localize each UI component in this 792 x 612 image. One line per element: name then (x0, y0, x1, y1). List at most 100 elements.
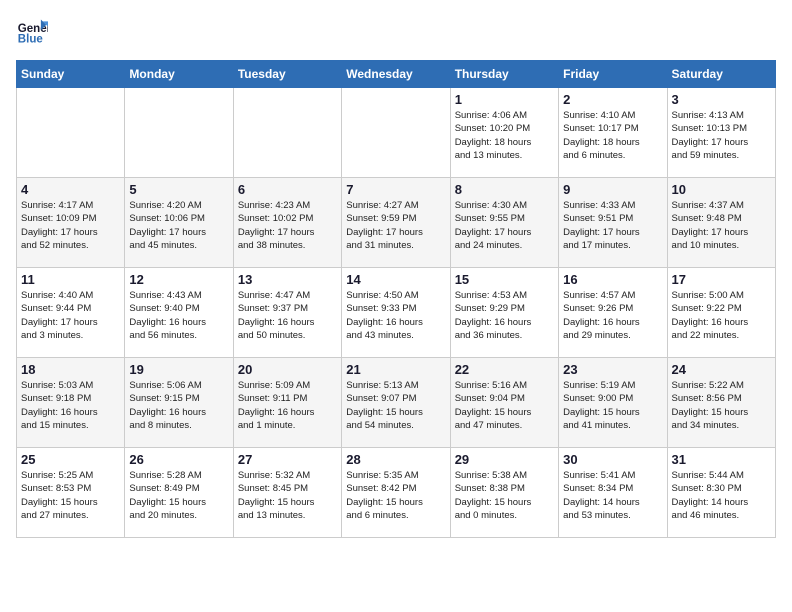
header-saturday: Saturday (667, 61, 775, 88)
day-cell: 6 Sunrise: 4:23 AM Sunset: 10:02 PM Dayli… (233, 178, 341, 268)
day-number: 16 (563, 272, 662, 287)
day-number: 7 (346, 182, 445, 197)
day-cell: 31 Sunrise: 5:44 AM Sunset: 8:30 PM Dayli… (667, 448, 775, 538)
day-number: 25 (21, 452, 120, 467)
day-number: 19 (129, 362, 228, 377)
day-info: Sunrise: 5:25 AM Sunset: 8:53 PM Dayligh… (21, 469, 120, 522)
header-wednesday: Wednesday (342, 61, 450, 88)
day-info: Sunrise: 4:13 AM Sunset: 10:13 PM Daylig… (672, 109, 771, 162)
header-tuesday: Tuesday (233, 61, 341, 88)
day-cell: 13 Sunrise: 4:47 AM Sunset: 9:37 PM Dayli… (233, 268, 341, 358)
day-info: Sunrise: 5:22 AM Sunset: 8:56 PM Dayligh… (672, 379, 771, 432)
day-number: 6 (238, 182, 337, 197)
header-thursday: Thursday (450, 61, 558, 88)
day-cell (17, 88, 125, 178)
logo-icon: General Blue (16, 16, 48, 48)
day-info: Sunrise: 5:38 AM Sunset: 8:38 PM Dayligh… (455, 469, 554, 522)
day-info: Sunrise: 5:06 AM Sunset: 9:15 PM Dayligh… (129, 379, 228, 432)
day-cell: 26 Sunrise: 5:28 AM Sunset: 8:49 PM Dayli… (125, 448, 233, 538)
day-info: Sunrise: 4:10 AM Sunset: 10:17 PM Daylig… (563, 109, 662, 162)
day-cell: 23 Sunrise: 5:19 AM Sunset: 9:00 PM Dayli… (559, 358, 667, 448)
day-info: Sunrise: 5:16 AM Sunset: 9:04 PM Dayligh… (455, 379, 554, 432)
day-number: 5 (129, 182, 228, 197)
day-number: 8 (455, 182, 554, 197)
day-cell: 10 Sunrise: 4:37 AM Sunset: 9:48 PM Dayli… (667, 178, 775, 268)
day-cell: 22 Sunrise: 5:16 AM Sunset: 9:04 PM Dayli… (450, 358, 558, 448)
day-info: Sunrise: 5:19 AM Sunset: 9:00 PM Dayligh… (563, 379, 662, 432)
day-number: 26 (129, 452, 228, 467)
day-info: Sunrise: 4:47 AM Sunset: 9:37 PM Dayligh… (238, 289, 337, 342)
header-monday: Monday (125, 61, 233, 88)
day-cell (233, 88, 341, 178)
week-row-1: 1Sunrise: 4:06 AM Sunset: 10:20 PM Dayli… (17, 88, 776, 178)
logo: General Blue (16, 16, 48, 48)
day-number: 14 (346, 272, 445, 287)
day-info: Sunrise: 4:50 AM Sunset: 9:33 PM Dayligh… (346, 289, 445, 342)
day-number: 11 (21, 272, 120, 287)
day-info: Sunrise: 5:13 AM Sunset: 9:07 PM Dayligh… (346, 379, 445, 432)
week-row-3: 11 Sunrise: 4:40 AM Sunset: 9:44 PM Dayli… (17, 268, 776, 358)
day-cell: 25 Sunrise: 5:25 AM Sunset: 8:53 PM Dayli… (17, 448, 125, 538)
day-cell: 1Sunrise: 4:06 AM Sunset: 10:20 PM Dayli… (450, 88, 558, 178)
day-info: Sunrise: 4:33 AM Sunset: 9:51 PM Dayligh… (563, 199, 662, 252)
day-cell: 15 Sunrise: 4:53 AM Sunset: 9:29 PM Dayli… (450, 268, 558, 358)
day-number: 3 (672, 92, 771, 107)
day-info: Sunrise: 5:35 AM Sunset: 8:42 PM Dayligh… (346, 469, 445, 522)
day-info: Sunrise: 4:17 AM Sunset: 10:09 PM Daylig… (21, 199, 120, 252)
header-sunday: Sunday (17, 61, 125, 88)
day-info: Sunrise: 4:53 AM Sunset: 9:29 PM Dayligh… (455, 289, 554, 342)
calendar-table: SundayMondayTuesdayWednesdayThursdayFrid… (16, 60, 776, 538)
day-info: Sunrise: 4:37 AM Sunset: 9:48 PM Dayligh… (672, 199, 771, 252)
day-info: Sunrise: 5:03 AM Sunset: 9:18 PM Dayligh… (21, 379, 120, 432)
week-row-4: 18Sunrise: 5:03 AM Sunset: 9:18 PM Dayli… (17, 358, 776, 448)
day-cell: 9 Sunrise: 4:33 AM Sunset: 9:51 PM Daylig… (559, 178, 667, 268)
day-cell (125, 88, 233, 178)
day-info: Sunrise: 4:27 AM Sunset: 9:59 PM Dayligh… (346, 199, 445, 252)
day-cell: 24Sunrise: 5:22 AM Sunset: 8:56 PM Dayli… (667, 358, 775, 448)
day-cell: 7 Sunrise: 4:27 AM Sunset: 9:59 PM Daylig… (342, 178, 450, 268)
day-info: Sunrise: 5:41 AM Sunset: 8:34 PM Dayligh… (563, 469, 662, 522)
day-number: 10 (672, 182, 771, 197)
day-cell: 27Sunrise: 5:32 AM Sunset: 8:45 PM Dayli… (233, 448, 341, 538)
day-info: Sunrise: 4:43 AM Sunset: 9:40 PM Dayligh… (129, 289, 228, 342)
day-info: Sunrise: 5:09 AM Sunset: 9:11 PM Dayligh… (238, 379, 337, 432)
day-number: 9 (563, 182, 662, 197)
day-number: 20 (238, 362, 337, 377)
day-info: Sunrise: 4:30 AM Sunset: 9:55 PM Dayligh… (455, 199, 554, 252)
week-row-2: 4 Sunrise: 4:17 AM Sunset: 10:09 PM Dayli… (17, 178, 776, 268)
day-info: Sunrise: 5:00 AM Sunset: 9:22 PM Dayligh… (672, 289, 771, 342)
day-info: Sunrise: 5:44 AM Sunset: 8:30 PM Dayligh… (672, 469, 771, 522)
day-number: 28 (346, 452, 445, 467)
day-number: 17 (672, 272, 771, 287)
day-number: 2 (563, 92, 662, 107)
day-info: Sunrise: 5:32 AM Sunset: 8:45 PM Dayligh… (238, 469, 337, 522)
day-cell (342, 88, 450, 178)
day-cell: 17 Sunrise: 5:00 AM Sunset: 9:22 PM Dayli… (667, 268, 775, 358)
svg-text:Blue: Blue (18, 34, 44, 46)
day-number: 23 (563, 362, 662, 377)
day-number: 29 (455, 452, 554, 467)
day-info: Sunrise: 4:23 AM Sunset: 10:02 PM Daylig… (238, 199, 337, 252)
day-number: 12 (129, 272, 228, 287)
day-cell: 8 Sunrise: 4:30 AM Sunset: 9:55 PM Daylig… (450, 178, 558, 268)
day-cell: 2 Sunrise: 4:10 AM Sunset: 10:17 PM Dayli… (559, 88, 667, 178)
day-number: 4 (21, 182, 120, 197)
day-cell: 19 Sunrise: 5:06 AM Sunset: 9:15 PM Dayli… (125, 358, 233, 448)
day-info: Sunrise: 5:28 AM Sunset: 8:49 PM Dayligh… (129, 469, 228, 522)
day-cell: 14 Sunrise: 4:50 AM Sunset: 9:33 PM Dayli… (342, 268, 450, 358)
day-info: Sunrise: 4:40 AM Sunset: 9:44 PM Dayligh… (21, 289, 120, 342)
day-cell: 30 Sunrise: 5:41 AM Sunset: 8:34 PM Dayli… (559, 448, 667, 538)
day-number: 13 (238, 272, 337, 287)
day-cell: 12 Sunrise: 4:43 AM Sunset: 9:40 PM Dayli… (125, 268, 233, 358)
page-header: General Blue (16, 16, 776, 48)
day-info: Sunrise: 4:06 AM Sunset: 10:20 PM Daylig… (455, 109, 554, 162)
day-cell: 5Sunrise: 4:20 AM Sunset: 10:06 PM Dayli… (125, 178, 233, 268)
day-number: 31 (672, 452, 771, 467)
day-number: 30 (563, 452, 662, 467)
day-cell: 3 Sunrise: 4:13 AM Sunset: 10:13 PM Dayli… (667, 88, 775, 178)
day-info: Sunrise: 4:57 AM Sunset: 9:26 PM Dayligh… (563, 289, 662, 342)
day-number: 15 (455, 272, 554, 287)
day-number: 22 (455, 362, 554, 377)
day-cell: 29 Sunrise: 5:38 AM Sunset: 8:38 PM Dayli… (450, 448, 558, 538)
calendar-header-row: SundayMondayTuesdayWednesdayThursdayFrid… (17, 61, 776, 88)
